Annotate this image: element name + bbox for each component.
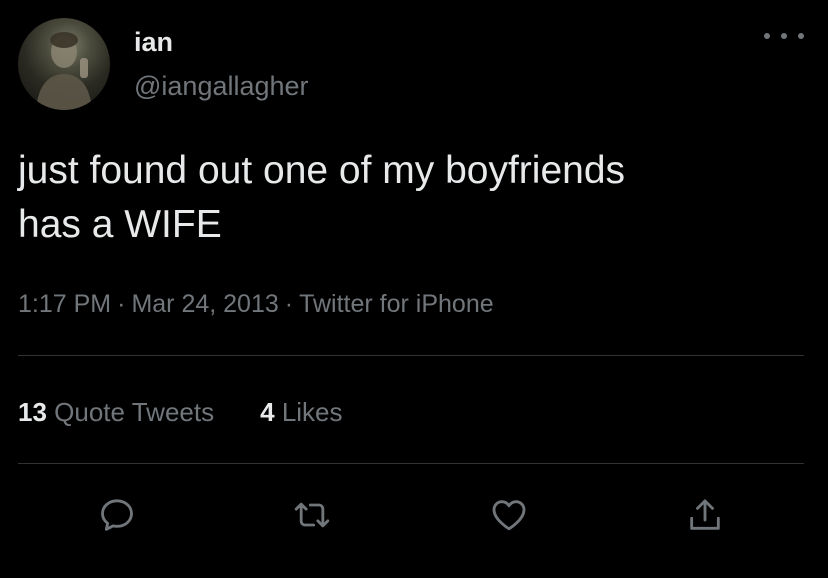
- like-button[interactable]: [484, 490, 534, 540]
- retweet-button[interactable]: [287, 490, 337, 540]
- user-handle[interactable]: @iangallagher: [134, 70, 309, 102]
- tweet-time[interactable]: 1:17 PM: [18, 290, 111, 318]
- share-button[interactable]: [680, 490, 730, 540]
- dot: [798, 33, 804, 39]
- tweet-text-line-1: just found out one of my boyfriends: [18, 149, 626, 192]
- reply-icon: [101, 499, 133, 531]
- divider: [18, 355, 804, 356]
- retweet-icon: [294, 502, 330, 528]
- tweet-text-line-2: has a WIFE: [18, 203, 222, 246]
- dot: [781, 33, 787, 39]
- likes-label: Likes: [281, 397, 343, 427]
- action-bar: [0, 490, 828, 540]
- avatar[interactable]: [18, 18, 110, 110]
- tweet: ian @iangallagher just found out one of …: [0, 0, 828, 578]
- tweet-metadata: 1:17 PM · Mar 24, 2013 · Twitter for iPhone: [18, 289, 494, 319]
- likes-count: 4: [260, 397, 275, 427]
- quote-tweets-label: Quote Tweets: [54, 397, 215, 427]
- tweet-text: just found out one of my boyfriends has a…: [18, 144, 798, 252]
- more-options-icon[interactable]: [764, 26, 804, 46]
- reply-button[interactable]: [92, 490, 142, 540]
- meta-separator: ·: [284, 290, 294, 318]
- heart-icon: [492, 500, 526, 531]
- meta-separator: ·: [117, 290, 126, 318]
- display-name[interactable]: ian: [134, 26, 173, 58]
- profile-photo: [36, 32, 92, 110]
- dot: [764, 33, 770, 39]
- tweet-date[interactable]: Mar 24, 2013: [131, 290, 278, 318]
- quote-tweets-stat[interactable]: 13 Quote Tweets: [18, 397, 214, 427]
- quote-tweets-count: 13: [18, 397, 47, 427]
- divider: [18, 463, 804, 464]
- engagement-stats: 13 Quote Tweets 4 Likes: [18, 396, 343, 428]
- likes-stat[interactable]: 4 Likes: [260, 397, 342, 427]
- share-icon: [690, 499, 720, 530]
- tweet-source[interactable]: Twitter for iPhone: [299, 290, 494, 318]
